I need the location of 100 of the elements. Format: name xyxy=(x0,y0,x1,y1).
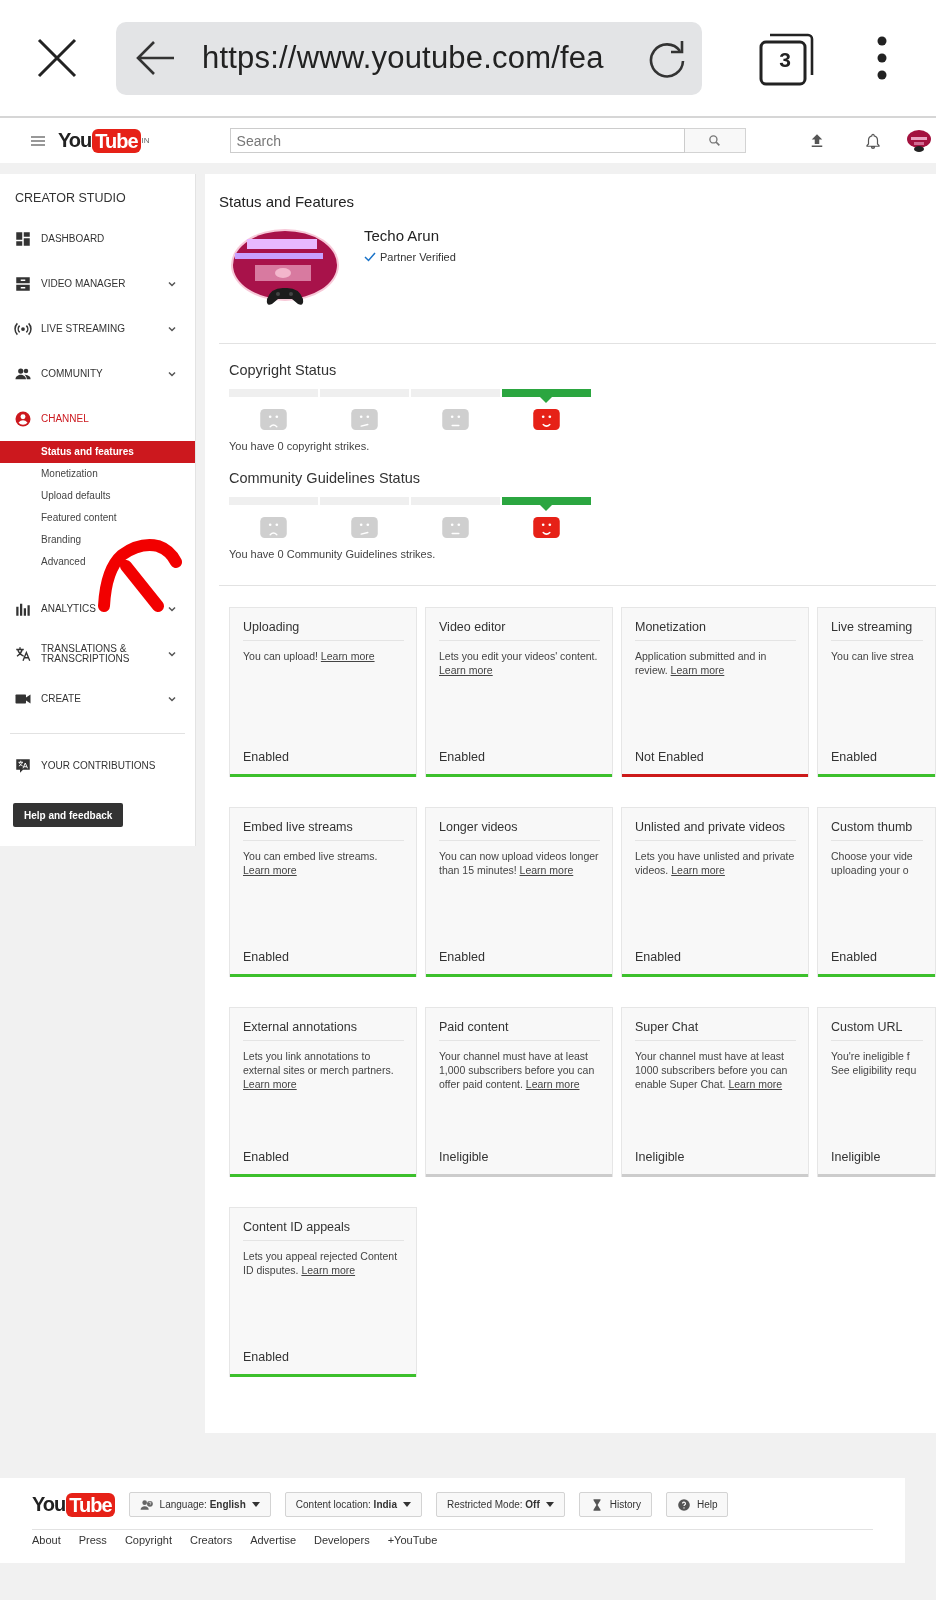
card-title: Uploading xyxy=(243,620,404,641)
footer-button[interactable]: Language: English xyxy=(128,1492,271,1517)
sidebar-subitem[interactable]: Advanced xyxy=(0,551,195,573)
learn-more-link[interactable]: Learn more xyxy=(670,664,725,676)
footer-button[interactable]: Content location: India xyxy=(284,1492,422,1517)
sidebar-item[interactable]: CHANNEL xyxy=(0,396,195,441)
sidebar-subitem[interactable]: Status and features xyxy=(0,441,195,463)
menu-icon[interactable] xyxy=(876,36,888,80)
learn-more-link[interactable]: Learn more xyxy=(301,1264,356,1276)
sidebar-item[interactable]: DASHBOARD xyxy=(0,216,195,261)
footer-link[interactable]: Creators xyxy=(189,1534,233,1546)
feature-status: Ineligible xyxy=(831,1150,882,1166)
card-description: Choose your vide xyxy=(831,849,914,863)
sidebar-subitem[interactable]: Branding xyxy=(0,529,195,551)
card-description: You can upload! Learn more xyxy=(243,649,376,663)
channel-name: Techo Arun xyxy=(364,227,441,244)
help-feedback-button[interactable]: Help and feedback xyxy=(13,803,124,827)
sidebar-title: CREATOR STUDIO xyxy=(14,190,127,207)
person-question-icon xyxy=(139,1497,154,1512)
learn-more-link[interactable]: Learn more xyxy=(439,664,493,676)
feature-status: Ineligible xyxy=(635,1150,686,1166)
feature-status: Enabled xyxy=(439,750,486,766)
learn-more-link[interactable]: Learn more xyxy=(671,864,725,876)
card-title: Custom thumb xyxy=(831,820,923,841)
status-title: Copyright Status xyxy=(229,362,338,380)
footer-link[interactable]: +YouTube xyxy=(387,1534,438,1546)
learn-more-link[interactable]: Learn more xyxy=(243,864,297,876)
footer-button[interactable]: Restricted Mode: Off xyxy=(435,1492,565,1517)
card-description: Lets you have unlisted and private videos. Learn more xyxy=(635,849,796,877)
footer-button[interactable]: History xyxy=(578,1492,652,1517)
card-description: You can now upload videos longer than 15 minutes! Learn more xyxy=(439,849,600,877)
feature-status: Enabled xyxy=(243,950,290,966)
learn-more-link[interactable]: Learn more xyxy=(243,1078,297,1090)
card-title: Longer videos xyxy=(439,820,600,841)
sidebar-item[interactable]: COMMUNITY xyxy=(0,351,195,396)
feature-status: Enabled xyxy=(243,1350,290,1366)
page-title: Status and Features xyxy=(219,192,356,212)
verified-label: Partner Verified xyxy=(380,251,456,263)
sidebar-subitem[interactable]: Upload defaults xyxy=(0,485,195,507)
card-title: Super Chat xyxy=(635,1020,796,1041)
card-description: Your channel must have at least 1000 subscribers before you can enable Super Chat. Learn more xyxy=(635,1049,789,1091)
card-title: Monetization xyxy=(635,620,796,641)
checkmark-icon xyxy=(364,252,376,262)
card-description: Your channel must have at least 1,000 subscribers before you can offer paid content. Learn more xyxy=(439,1049,596,1091)
footer-link[interactable]: Press xyxy=(78,1534,107,1546)
sidebar-item[interactable]: ANALYTICS xyxy=(0,586,195,631)
strike-message: You have 0 copyright strikes. xyxy=(229,440,371,452)
card-title: Video editor xyxy=(439,620,600,641)
sidebar-subitem[interactable]: Monetization xyxy=(0,463,195,485)
sidebar-item[interactable]: VIDEO MANAGER xyxy=(0,261,195,306)
footer-button[interactable]: Help xyxy=(665,1492,729,1517)
card-description: Lets you link annotations to external sites or merch partners. Learn more xyxy=(243,1049,395,1091)
sidebar-subitem[interactable]: Featured content xyxy=(0,507,195,529)
feature-status: Enabled xyxy=(243,1150,290,1166)
address-bar[interactable]: https://www.youtube.com/fea xyxy=(116,21,702,95)
feature-status: Ineligible xyxy=(439,1150,490,1166)
learn-more-link[interactable]: Learn more xyxy=(525,1078,580,1090)
card-description: uploading your o xyxy=(831,863,910,877)
sidebar-item[interactable]: CREATE xyxy=(0,676,195,721)
card-title: External annotations xyxy=(243,1020,404,1041)
region-label: IN xyxy=(141,136,150,145)
strike-message: You have 0 Community Guidelines strikes. xyxy=(229,548,437,560)
card-title: Unlisted and private videos xyxy=(635,820,796,841)
sidebar-icon xyxy=(14,644,32,663)
footer-link[interactable]: Copyright xyxy=(124,1534,172,1546)
sidebar-item[interactable]: LIVE STREAMING xyxy=(0,306,195,351)
sidebar-item[interactable]: YOUR CONTRIBUTIONS xyxy=(0,743,195,788)
card-description: You can live strea xyxy=(831,649,915,663)
sidebar-item[interactable]: TRANSLATIONS & TRANSCRIPTIONS xyxy=(0,631,195,676)
bell-icon[interactable] xyxy=(863,131,882,150)
card-description: You can embed live streams. Learn more xyxy=(243,849,379,877)
status-title: Community Guidelines Status xyxy=(229,470,421,488)
card-title: Content ID appeals xyxy=(243,1220,404,1241)
feature-status: Enabled xyxy=(831,750,878,766)
translate-bubble-icon xyxy=(14,756,32,775)
sidebar-icon xyxy=(14,229,32,248)
learn-more-link[interactable]: Learn more xyxy=(728,1078,783,1090)
footer-link[interactable]: Advertise xyxy=(250,1534,296,1546)
footer-link[interactable]: Developers xyxy=(314,1534,370,1546)
sidebar-icon xyxy=(14,409,32,428)
learn-more-link[interactable]: Learn more xyxy=(519,864,574,876)
footer-link[interactable]: About xyxy=(32,1534,61,1546)
feature-status: Not Enabled xyxy=(635,750,705,766)
learn-more-link[interactable]: Learn more xyxy=(320,650,375,662)
card-description: Lets you appeal rejected Content ID disputes. Learn more xyxy=(243,1249,399,1277)
feature-status: Enabled xyxy=(831,950,878,966)
sidebar-icon xyxy=(14,274,32,293)
card-title: Custom URL xyxy=(831,1020,923,1041)
close-icon[interactable] xyxy=(36,37,78,79)
card-description: See eligibility requ xyxy=(831,1063,918,1077)
help-icon xyxy=(676,1497,691,1512)
search-field[interactable]: Search xyxy=(229,128,685,153)
search-icon[interactable] xyxy=(708,134,722,147)
card-description: You're ineligible f xyxy=(831,1049,911,1063)
feature-status: Enabled xyxy=(635,950,682,966)
feature-status: Enabled xyxy=(439,950,486,966)
card-title: Paid content xyxy=(439,1020,600,1041)
card-title: Embed live streams xyxy=(243,820,404,841)
feature-status: Enabled xyxy=(243,750,290,766)
card-title: Live streaming xyxy=(831,620,923,641)
